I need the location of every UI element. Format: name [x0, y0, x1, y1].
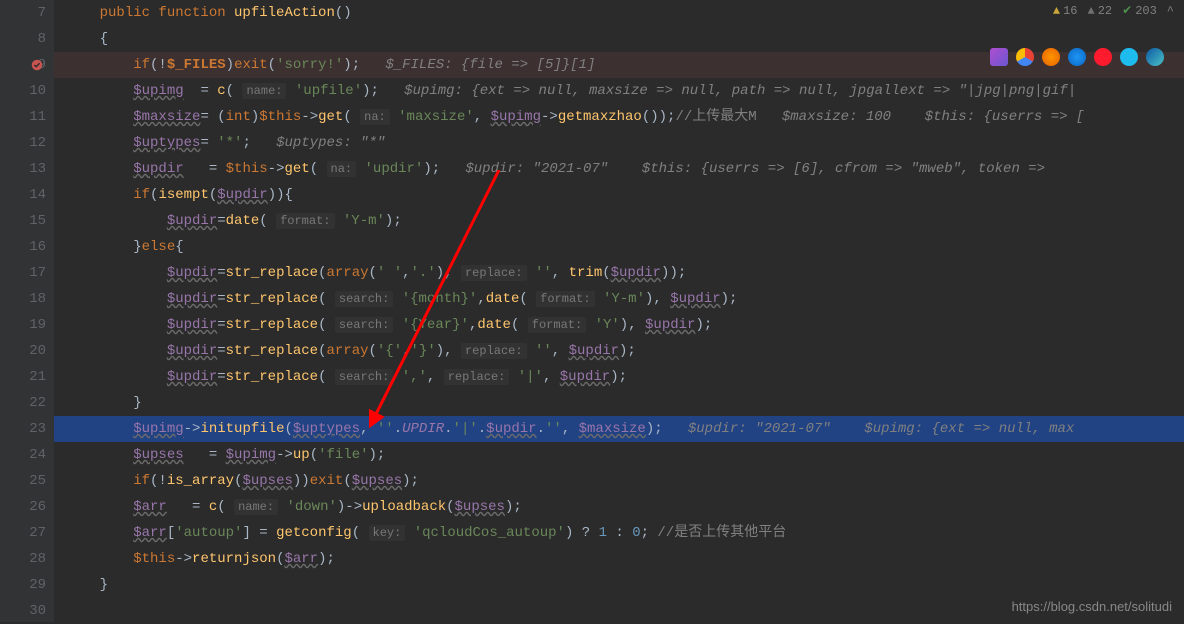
line-number: 18 — [0, 286, 46, 312]
line-number: 7 — [0, 0, 46, 26]
code-line[interactable]: $upimg = c( name: 'upfile'); $upimg: {ex… — [54, 78, 1184, 104]
checkmark-icon: ✔ — [1122, 3, 1132, 18]
code-line[interactable]: $updir=str_replace(array('{','}'), repla… — [54, 338, 1184, 364]
warning-icon: ▲ — [1053, 4, 1060, 18]
code-line[interactable]: $updir=str_replace(array(' ','.'), repla… — [54, 260, 1184, 286]
code-line[interactable]: } — [54, 572, 1184, 598]
firefox-icon[interactable] — [1042, 48, 1060, 66]
line-number: 13 — [0, 156, 46, 182]
code-line[interactable]: public function upfileAction() — [54, 0, 1184, 26]
chevron-up-icon[interactable]: ^ — [1167, 4, 1174, 18]
typos-count[interactable]: ✔ 203 — [1122, 3, 1157, 18]
line-number: 14 — [0, 182, 46, 208]
code-editor[interactable]: 7 8 9 10 11 12 13 14 15 16 17 18 19 20 2… — [0, 0, 1184, 622]
code-line[interactable]: $upses = $upimg->up('file'); — [54, 442, 1184, 468]
line-number: 12 — [0, 130, 46, 156]
line-number: 24 — [0, 442, 46, 468]
inspections-bar[interactable]: ▲ 16 ▲ 22 ✔ 203 ^ — [1053, 3, 1174, 18]
code-line[interactable]: $uptypes= '*'; $uptypes: "*" — [54, 130, 1184, 156]
code-line[interactable]: if(isempt($updir)){ — [54, 182, 1184, 208]
line-number: 30 — [0, 598, 46, 624]
line-number: 17 — [0, 260, 46, 286]
code-line[interactable]: $updir=str_replace( search: '{month}',da… — [54, 286, 1184, 312]
safari-icon[interactable] — [1068, 48, 1086, 66]
line-number: 26 — [0, 494, 46, 520]
chrome-icon[interactable] — [1016, 48, 1034, 66]
line-number: 21 — [0, 364, 46, 390]
code-line[interactable]: $updir=str_replace( search: '{Year}',dat… — [54, 312, 1184, 338]
ie-icon[interactable] — [1120, 48, 1138, 66]
browser-icons-bar[interactable] — [990, 48, 1164, 66]
line-number: 20 — [0, 338, 46, 364]
line-number: 10 — [0, 78, 46, 104]
warnings-count[interactable]: ▲ 16 — [1053, 4, 1078, 18]
code-line[interactable]: }else{ — [54, 234, 1184, 260]
line-number: 19 — [0, 312, 46, 338]
code-line[interactable]: $this->returnjson($arr); — [54, 546, 1184, 572]
code-line[interactable]: $maxsize= (int)$this->get( na: 'maxsize'… — [54, 104, 1184, 130]
line-number: 15 — [0, 208, 46, 234]
edge-icon[interactable] — [1146, 48, 1164, 66]
code-line-highlighted[interactable]: $upimg->initupfile($uptypes, ''.UPDIR.'|… — [54, 416, 1184, 442]
gutter: 7 8 9 10 11 12 13 14 15 16 17 18 19 20 2… — [0, 0, 54, 622]
weak-warnings-count[interactable]: ▲ 22 — [1088, 4, 1113, 18]
line-number: 9 — [0, 52, 46, 78]
code-line[interactable]: if(!is_array($upses))exit($upses); — [54, 468, 1184, 494]
code-line[interactable]: $arr['autoup'] = getconfig( key: 'qcloud… — [54, 520, 1184, 546]
code-line[interactable]: $updir=date( format: 'Y-m'); — [54, 208, 1184, 234]
line-number: 28 — [0, 546, 46, 572]
code-content[interactable]: public function upfileAction() { if(!$_F… — [54, 0, 1184, 622]
opera-icon[interactable] — [1094, 48, 1112, 66]
code-line[interactable]: $updir=str_replace( search: ',', replace… — [54, 364, 1184, 390]
code-line[interactable]: } — [54, 390, 1184, 416]
code-line[interactable]: $updir = $this->get( na: 'updir'); $updi… — [54, 156, 1184, 182]
line-number: 11 — [0, 104, 46, 130]
line-number: 22 — [0, 390, 46, 416]
phpstorm-icon[interactable] — [990, 48, 1008, 66]
line-number: 29 — [0, 572, 46, 598]
line-number: 16 — [0, 234, 46, 260]
line-number: 25 — [0, 468, 46, 494]
code-line[interactable]: $arr = c( name: 'down')->uploadback($ups… — [54, 494, 1184, 520]
watermark: https://blog.csdn.net/solitudi — [1012, 599, 1172, 614]
line-number: 8 — [0, 26, 46, 52]
line-number: 23 — [0, 416, 46, 442]
breakpoint-icon[interactable] — [30, 58, 44, 72]
weak-warning-icon: ▲ — [1088, 4, 1095, 18]
line-number: 27 — [0, 520, 46, 546]
